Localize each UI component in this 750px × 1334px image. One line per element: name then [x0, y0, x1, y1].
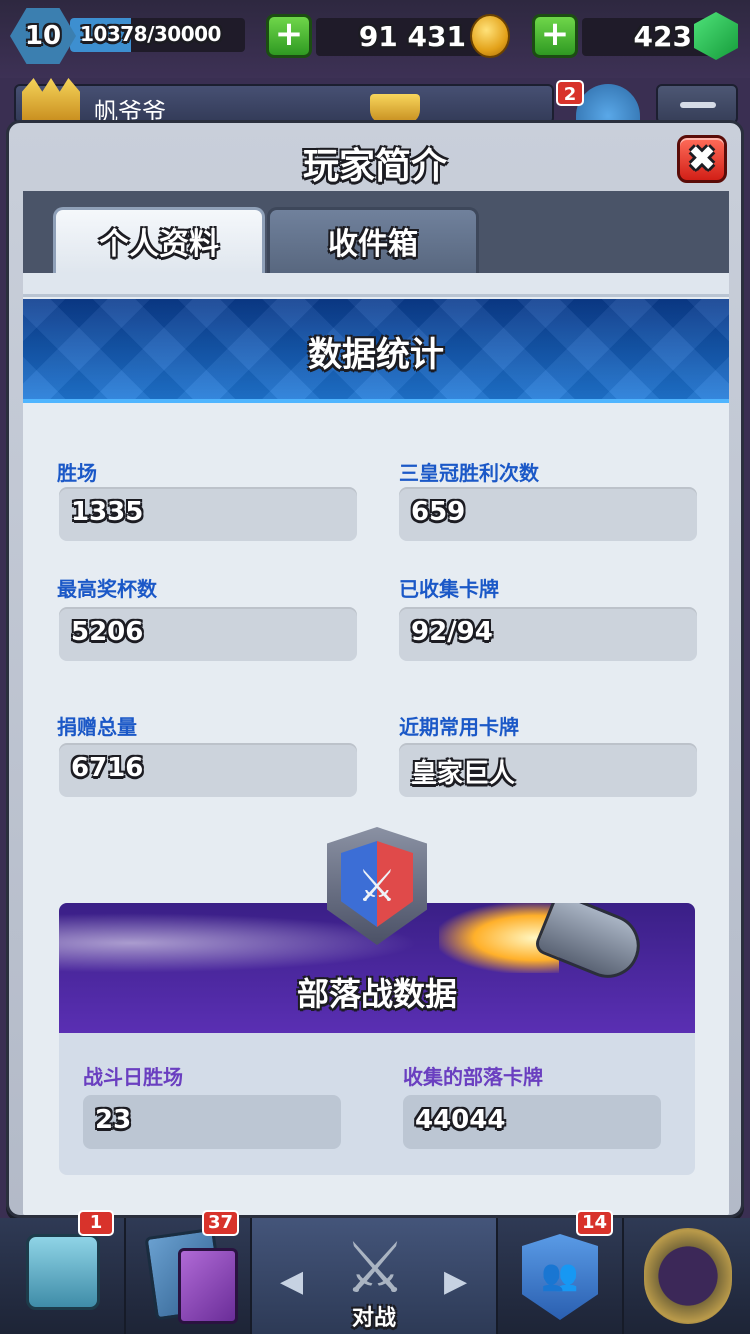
tab-underline — [23, 273, 729, 297]
stat-label-three-crown-wins: 三皇冠胜利次数 — [399, 461, 539, 485]
battle-label: 对战 — [351, 1306, 396, 1331]
people-icon: 👥 — [541, 1258, 579, 1293]
nav-cards[interactable]: 37 — [126, 1210, 252, 1334]
player-name-bar[interactable]: 帆爷爷 — [14, 84, 554, 126]
stat-box-favorite-card: 皇家巨人 — [399, 743, 697, 797]
clan-badge: 14 — [576, 1210, 614, 1236]
stat-box-three-crown-wins: 659 — [399, 487, 697, 541]
clan-label-battle-day-wins: 战斗日胜场 — [83, 1065, 183, 1089]
clan-war-title: 部落战数据 — [296, 975, 457, 1013]
avatar-wreath-icon — [644, 1228, 732, 1324]
clan-box-battle-day-wins: 23 — [83, 1095, 341, 1149]
nav-battle[interactable]: ◀ ⚔ ▶ 对战 — [252, 1218, 498, 1334]
stat-value-cards-found: 92/94 — [411, 617, 493, 647]
stat-label-cards-found: 已收集卡牌 — [399, 577, 499, 601]
stat-value-favorite-card: 皇家巨人 — [411, 759, 516, 789]
clan-label-clan-cards-collected: 收集的部落卡牌 — [403, 1065, 543, 1089]
crossed-swords-icon: ⚔ — [357, 861, 397, 912]
stat-box-highest-trophies: 5206 — [59, 607, 357, 661]
close-icon: ✖ — [687, 139, 717, 179]
tab-strip: 个人资料 收件箱 — [23, 191, 729, 273]
xp-text: 10378/30000 — [80, 22, 221, 46]
shop-badge: 1 — [78, 1210, 114, 1236]
dialog-title: 玩家简介 — [302, 146, 447, 187]
clan-value-battle-day-wins: 23 — [95, 1105, 132, 1135]
stat-box-total-donations: 6716 — [59, 743, 357, 797]
player-profile-dialog: 玩家简介 ✖ 个人资料 收件箱 数据统计 胜场 1335 三皇冠胜利次数 659… — [6, 120, 744, 1218]
xp-progress-bar: 10378/30000 — [70, 18, 245, 52]
buy-gems-button[interactable]: + — [532, 14, 578, 58]
top-resource-bar: 10378/30000 10 + 91 431 + 423 — [0, 0, 750, 78]
stat-label-total-donations: 捐赠总量 — [57, 715, 137, 739]
stats-title: 数据统计 — [308, 335, 444, 375]
stat-label-highest-trophies: 最高奖杯数 — [57, 577, 157, 601]
stat-label-wins: 胜场 — [57, 461, 97, 485]
stat-box-wins: 1335 — [59, 487, 357, 541]
arrow-right-icon[interactable]: ▶ — [444, 1264, 467, 1299]
close-button[interactable]: ✖ — [677, 135, 727, 183]
nav-events[interactable] — [624, 1218, 750, 1334]
crown-icon — [22, 78, 80, 124]
clan-box-clan-cards-collected: 44044 — [403, 1095, 661, 1149]
globe-icon[interactable] — [576, 84, 640, 124]
level-badge: 10 — [10, 8, 76, 64]
stat-value-total-donations: 6716 — [71, 753, 144, 783]
nav-clan[interactable]: 👥 14 — [498, 1210, 624, 1334]
tab-inbox[interactable]: 收件箱 — [267, 207, 479, 273]
stat-label-favorite-card: 近期常用卡牌 — [399, 715, 519, 739]
clan-shield-icon: 👥 — [522, 1234, 598, 1320]
clan-war-shield-inner: ⚔ — [341, 841, 413, 927]
stat-box-cards-found: 92/94 — [399, 607, 697, 661]
cards-badge: 37 — [202, 1210, 240, 1236]
nav-shop[interactable]: 1 — [0, 1210, 126, 1334]
profile-panel: 个人资料 收件箱 数据统计 胜场 1335 三皇冠胜利次数 659 最高奖杯数 … — [23, 191, 729, 1215]
stats-banner: 数据统计 — [23, 299, 729, 403]
stat-value-wins: 1335 — [71, 497, 144, 527]
gold-coin-icon — [470, 14, 510, 58]
notification-badge: 2 — [556, 80, 584, 106]
cards-stack-icon — [178, 1248, 238, 1324]
stat-value-highest-trophies: 5206 — [71, 617, 144, 647]
bottom-nav: 1 37 ◀ ⚔ ▶ 对战 👥 14 — [0, 1210, 750, 1334]
shop-chest-icon — [26, 1234, 100, 1310]
arrow-left-icon[interactable]: ◀ — [280, 1264, 303, 1299]
gold-amount: 91 431 — [358, 20, 466, 53]
tab-personal-info[interactable]: 个人资料 — [53, 207, 265, 273]
gems-amount: 423 — [633, 20, 692, 53]
buy-gold-button[interactable]: + — [266, 14, 312, 58]
battle-swords-icon: ⚔ — [343, 1227, 407, 1309]
menu-button[interactable] — [656, 84, 738, 124]
clan-value-clan-cards-collected: 44044 — [415, 1105, 506, 1135]
stat-value-three-crown-wins: 659 — [411, 497, 466, 527]
